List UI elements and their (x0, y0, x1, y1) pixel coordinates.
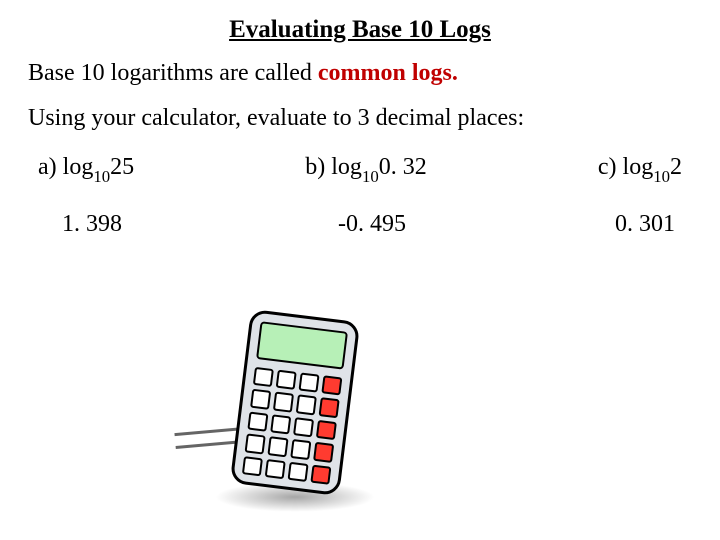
problem-c-base: 10 (653, 167, 670, 186)
slide-title: Evaluating Base 10 Logs (28, 16, 692, 44)
problems-row: a) log1025 1. 398 b) log100. 32 -0. 495 … (28, 154, 692, 238)
problem-a-base: 10 (93, 167, 110, 186)
problem-c: c) log102 0. 301 (598, 154, 682, 238)
problem-a-label: a) log (38, 154, 93, 180)
calculator-key (276, 370, 297, 391)
calculator-keys (242, 367, 343, 485)
calculator-key (253, 367, 274, 388)
calculator-key (242, 456, 263, 477)
problem-b-base: 10 (362, 167, 379, 186)
problem-b-arg: 0. 32 (379, 154, 427, 180)
problem-c-arg: 2 (670, 154, 682, 180)
definition-prefix: Base 10 logarithms are called (28, 60, 318, 86)
calculator-key (310, 464, 331, 485)
problem-b-answer: -0. 495 (326, 211, 406, 238)
calculator-key (267, 436, 288, 457)
problem-a: a) log1025 1. 398 (38, 154, 134, 238)
calculator-key (245, 434, 266, 455)
problem-a-expression: a) log1025 (38, 154, 134, 185)
calculator-key (288, 461, 309, 482)
calculator-key (290, 439, 311, 460)
calculator-key (319, 397, 340, 418)
definition-line: Base 10 logarithms are called common log… (28, 60, 692, 87)
calculator-graphic (175, 310, 395, 520)
calculator-key (265, 459, 286, 480)
problem-a-answer: 1. 398 (38, 211, 122, 238)
problem-c-answer: 0. 301 (605, 211, 675, 238)
problem-c-label: c) log (598, 154, 653, 180)
problem-c-expression: c) log102 (598, 154, 682, 185)
calculator-screen (256, 321, 348, 369)
calculator-key (250, 389, 271, 410)
calculator-key (298, 372, 319, 393)
problem-b-expression: b) log100. 32 (305, 154, 426, 185)
calculator-key (270, 414, 291, 435)
problem-b-label: b) log (305, 154, 362, 180)
calculator-key (296, 395, 317, 416)
calculator-key (247, 411, 268, 432)
calculator-key (293, 417, 314, 438)
calculator-key (316, 420, 337, 441)
slide: Evaluating Base 10 Logs Base 10 logarith… (0, 0, 720, 540)
calculator-body (230, 309, 361, 496)
problem-b: b) log100. 32 -0. 495 (305, 154, 426, 238)
calculator-key (321, 375, 342, 396)
calculator-key (273, 392, 294, 413)
definition-emphasis: common logs. (318, 60, 458, 86)
calculator-key (313, 442, 334, 463)
problem-a-arg: 25 (110, 154, 134, 180)
instruction-line: Using your calculator, evaluate to 3 dec… (28, 105, 692, 132)
